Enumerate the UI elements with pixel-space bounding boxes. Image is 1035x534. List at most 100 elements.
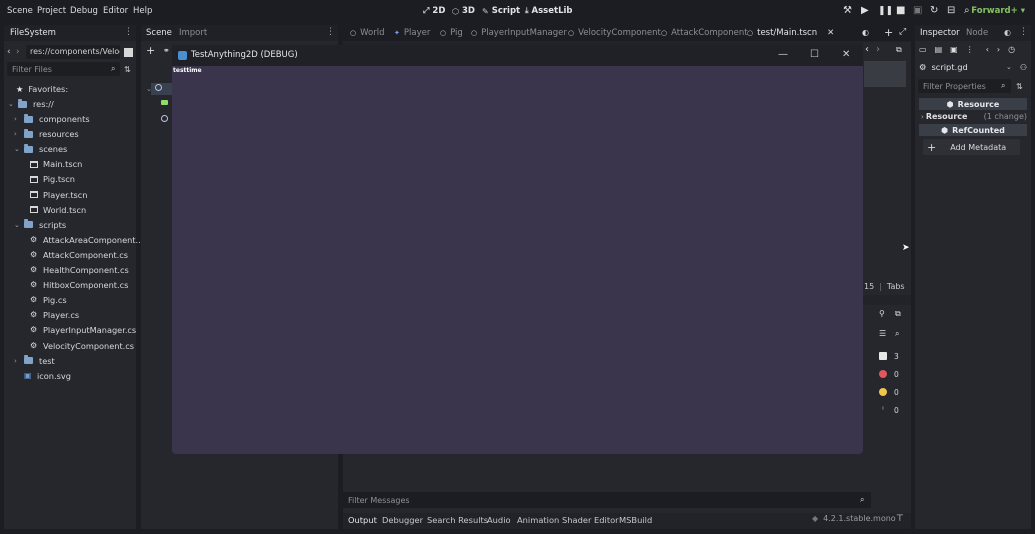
workspace-assetlib-button[interactable]: ⤓ AssetLib xyxy=(525,6,573,16)
file-tree-item[interactable]: ⚙ VelocityComponent.cs xyxy=(30,339,134,353)
nav-back-icon[interactable]: ‹ xyxy=(865,44,869,55)
chevron-right-icon[interactable]: › xyxy=(14,115,22,123)
back-icon[interactable]: ‹ xyxy=(7,47,16,57)
movie-maker-icon[interactable]: ▣ xyxy=(913,5,922,16)
favorites-row[interactable]: ★ Favorites: xyxy=(16,82,68,96)
file-tree-item[interactable]: ⚙ Pig.cs xyxy=(30,293,67,307)
add-node-icon[interactable]: + xyxy=(146,44,155,57)
docs-icon[interactable]: ⚇ xyxy=(1020,63,1027,72)
chevron-down-icon[interactable]: ⌄ xyxy=(14,145,22,153)
nav-back-icon[interactable]: ‹ xyxy=(986,45,989,54)
tab-inspector[interactable]: Inspector xyxy=(920,28,960,38)
file-tree-item[interactable]: Player.tscn xyxy=(30,188,88,202)
file-tree-item[interactable]: ▣ icon.svg xyxy=(14,369,71,383)
more-icon[interactable]: ⋮ xyxy=(966,45,974,54)
editor-tab[interactable]: ✦ Player xyxy=(394,28,430,38)
menu-debug[interactable]: Debug xyxy=(70,6,98,16)
pause-icon[interactable]: ❚❚ xyxy=(878,6,893,16)
bottom-tab[interactable]: Search Results xyxy=(427,515,488,525)
menu-project[interactable]: Project xyxy=(37,6,66,16)
minimize-icon[interactable]: — xyxy=(778,49,788,60)
nav-forward-icon[interactable]: › xyxy=(997,45,1000,54)
window-icon[interactable]: ⧉ xyxy=(896,45,902,55)
game-window-titlebar[interactable]: TestAnything2D (DEBUG) — ☐ ✕ xyxy=(172,45,863,66)
play-scene-icon[interactable]: ⊟ xyxy=(947,5,955,16)
chevron-down-icon[interactable]: ⌄ xyxy=(14,221,22,229)
section-refcounted-header[interactable]: ⬢ RefCounted xyxy=(919,124,1027,136)
add-tab-icon[interactable]: + xyxy=(884,26,893,39)
tab-scene[interactable]: Scene xyxy=(146,28,172,38)
menu-dots-icon[interactable]: ⋮ xyxy=(124,27,133,37)
file-tree-item[interactable]: › components xyxy=(14,112,90,126)
bottom-tab[interactable]: Output xyxy=(348,515,377,525)
file-tree-item[interactable]: ⚙ AttackAreaComponent... xyxy=(30,233,143,247)
editor-tab[interactable]: ○ VelocityComponent xyxy=(568,28,661,38)
editor-tab[interactable]: ○ World xyxy=(350,28,384,38)
copy-icon[interactable]: ⧉ xyxy=(895,309,901,319)
file-tree-item[interactable]: Main.tscn xyxy=(30,157,82,171)
tab-import[interactable]: Import xyxy=(179,28,207,38)
new-resource-icon[interactable]: ▭ xyxy=(919,45,927,54)
bottom-tab[interactable]: Animation xyxy=(517,515,559,525)
link-icon[interactable]: ⚭ xyxy=(163,46,170,55)
open-folder-icon[interactable]: ▤ xyxy=(935,45,943,54)
game-window[interactable]: TestAnything2D (DEBUG) — ☐ ✕ testtime xyxy=(172,45,863,454)
file-tree-item[interactable]: ⚙ HealthComponent.cs xyxy=(30,263,129,277)
maximize-icon[interactable]: ☐ xyxy=(810,49,819,60)
tab-scroll-icon[interactable]: ◐ xyxy=(862,28,869,37)
bottom-tab[interactable]: Debugger xyxy=(382,515,423,525)
file-tree-item[interactable]: ⌄ scenes xyxy=(14,142,67,156)
file-tree-item[interactable]: › test xyxy=(14,354,55,368)
play-icon[interactable]: ▶ xyxy=(861,5,869,16)
chevron-right-icon[interactable]: › xyxy=(14,357,22,365)
close-icon[interactable]: ✕ xyxy=(842,49,850,60)
editor-tab[interactable]: ○ AttackComponent xyxy=(661,28,748,38)
filter-messages-input[interactable]: Filter Messages xyxy=(343,492,871,508)
search-icon[interactable]: ⌕ xyxy=(895,329,899,339)
renderer-select[interactable]: Forward+ ▾ xyxy=(971,6,1025,16)
file-tree-item[interactable]: ⌄ scripts xyxy=(14,218,66,232)
info-counter[interactable]: ⁱ0 xyxy=(876,403,908,417)
section-resource-header[interactable]: ⬢ Resource xyxy=(919,98,1027,110)
editor-tab[interactable]: ○ test/Main.tscn ✕ xyxy=(747,28,834,38)
filter-files-input[interactable]: Filter Files xyxy=(7,62,120,76)
menu-editor[interactable]: Editor xyxy=(103,6,128,16)
warning-counter[interactable]: 0 xyxy=(876,385,908,399)
resource-property-row[interactable]: › Resource (1 change) xyxy=(921,112,1027,121)
tab-filesystem[interactable]: FileSystem xyxy=(10,28,56,38)
expand-panel-icon[interactable]: ⊤ xyxy=(896,514,904,524)
wrap-icon[interactable]: ☰ xyxy=(879,329,886,338)
code-minimap[interactable] xyxy=(864,61,906,87)
remote-debug-icon[interactable]: ⚒ xyxy=(843,5,852,16)
split-mode-icon[interactable] xyxy=(124,47,133,57)
file-tree-item[interactable]: ⚙ PlayerInputManager.cs xyxy=(30,323,136,337)
bottom-tab[interactable]: Audio xyxy=(487,515,511,525)
file-tree-item[interactable]: ⚙ AttackComponent.cs xyxy=(30,248,128,262)
save-icon[interactable]: ▣ xyxy=(950,45,958,54)
clear-output-icon[interactable]: ⚲ xyxy=(879,309,885,318)
resource-path-row[interactable]: ⚙ script.gd ⌄ ⚇ xyxy=(919,62,1027,72)
history-icon[interactable]: ◐ xyxy=(1004,28,1011,37)
editor-tab[interactable]: ○ Pig xyxy=(440,28,463,38)
tab-node[interactable]: Node xyxy=(966,28,988,38)
close-tab-icon[interactable]: ✕ xyxy=(827,28,834,38)
root-row[interactable]: ⌄ res:// xyxy=(8,97,54,111)
log-counter[interactable]: 3 xyxy=(876,349,908,363)
file-tree-item[interactable]: World.tscn xyxy=(30,203,86,217)
reload-icon[interactable]: ↻ xyxy=(930,5,938,16)
distraction-free-icon[interactable]: ⤢ xyxy=(899,27,906,37)
bottom-tab[interactable]: Shader Editor xyxy=(562,515,619,525)
object-history-icon[interactable]: ◷ xyxy=(1008,45,1015,54)
chevron-right-icon[interactable]: › xyxy=(14,130,22,138)
error-counter[interactable]: 0 xyxy=(876,367,908,381)
stop-icon[interactable]: ■ xyxy=(896,5,905,16)
tools-icon[interactable]: ⇅ xyxy=(1016,82,1023,91)
editor-tab[interactable]: ○ PlayerInputManager xyxy=(471,28,567,38)
bottom-tab[interactable]: MSBuild xyxy=(619,515,652,525)
workspace-3d-button[interactable]: ⬡ 3D xyxy=(452,6,475,16)
file-tree-item[interactable]: › resources xyxy=(14,127,79,141)
menu-dots-icon[interactable]: ⋮ xyxy=(326,27,335,37)
add-metadata-button[interactable]: + Add Metadata xyxy=(923,139,1020,155)
menu-dots-icon[interactable]: ⋮ xyxy=(1019,27,1028,37)
file-tree-item[interactable]: Pig.tscn xyxy=(30,172,75,186)
